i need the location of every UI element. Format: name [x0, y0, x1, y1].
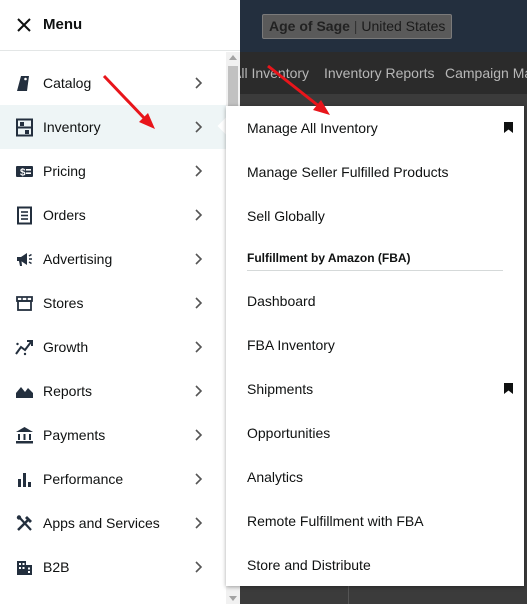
- submenu-item-sell-globally[interactable]: Sell Globally: [247, 208, 325, 224]
- storefront-icon: [16, 296, 33, 311]
- menu-list: Catalog Inventory $ Pricing Orders Adver…: [0, 61, 226, 589]
- menu-item-label: Pricing: [43, 163, 86, 179]
- chevron-right-icon: [195, 385, 203, 397]
- menu-item-label: Catalog: [43, 75, 92, 91]
- chevron-right-icon: [195, 517, 203, 529]
- nav-all-inventory[interactable]: All Inventory: [232, 65, 309, 81]
- chevron-right-icon: [195, 561, 203, 573]
- menu-item-b2b[interactable]: B2B: [0, 545, 226, 589]
- menu-item-label: Growth: [43, 339, 89, 355]
- submenu-item-dashboard[interactable]: Dashboard: [247, 293, 316, 309]
- menu-item-orders[interactable]: Orders: [0, 193, 226, 237]
- submenu-divider: [247, 270, 503, 271]
- submenu-item-remote-fulfillment-with-fba[interactable]: Remote Fulfillment with FBA: [247, 513, 424, 529]
- chevron-right-icon: [195, 77, 203, 89]
- navigation-menu-panel: Menu Catalog Inventory $ Pricing Orders …: [0, 0, 240, 604]
- menu-item-inventory[interactable]: Inventory: [0, 105, 226, 149]
- pricing-dollar-icon: $: [16, 166, 33, 179]
- chevron-right-icon: [195, 473, 203, 485]
- menu-item-growth[interactable]: Growth: [0, 325, 226, 369]
- background-divider: [348, 585, 349, 604]
- menu-item-label: Orders: [43, 207, 86, 223]
- submenu-section-heading-fba: Fulfillment by Amazon (FBA): [247, 251, 411, 265]
- menu-item-label: Apps and Services: [43, 515, 160, 531]
- growth-chart-icon: [15, 340, 33, 356]
- chevron-right-icon: [195, 209, 203, 221]
- chevron-right-icon: [195, 297, 203, 309]
- menu-item-label: Performance: [43, 471, 124, 487]
- store-separator: |: [353, 18, 358, 34]
- nav-campaign-manager[interactable]: Campaign Ma: [445, 65, 527, 81]
- inventory-submenu: Manage All Inventory Manage Seller Fulfi…: [226, 106, 524, 586]
- chevron-right-icon: [195, 121, 203, 133]
- menu-item-reports[interactable]: Reports: [0, 369, 226, 413]
- menu-item-stores[interactable]: Stores: [0, 281, 226, 325]
- nav-inventory-reports[interactable]: Inventory Reports: [324, 65, 435, 81]
- catalog-tag-icon: [17, 76, 29, 91]
- bookmark-icon[interactable]: [504, 122, 513, 133]
- tools-icon: [16, 515, 32, 531]
- submenu-item-manage-seller-fulfilled-products[interactable]: Manage Seller Fulfilled Products: [247, 164, 449, 180]
- bookmark-icon[interactable]: [504, 383, 513, 394]
- submenu-item-fba-inventory[interactable]: FBA Inventory: [247, 337, 335, 353]
- scroll-down-arrow-icon[interactable]: [229, 596, 237, 601]
- store-selector[interactable]: Age of Sage | United States: [262, 14, 453, 39]
- menu-item-label: Reports: [43, 383, 93, 399]
- menu-item-label: B2B: [43, 559, 70, 575]
- menu-item-payments[interactable]: Payments: [0, 413, 226, 457]
- menu-item-performance[interactable]: Performance: [0, 457, 226, 501]
- bar-chart-icon: [18, 473, 31, 487]
- menu-item-label: Payments: [43, 427, 106, 443]
- svg-text:$: $: [20, 168, 26, 179]
- building-icon: [17, 561, 32, 575]
- menu-item-pricing[interactable]: $ Pricing: [0, 149, 226, 193]
- orders-clipboard-icon: [17, 206, 32, 225]
- submenu-item-manage-all-inventory[interactable]: Manage All Inventory: [247, 120, 378, 136]
- submenu-item-analytics[interactable]: Analytics: [247, 469, 303, 485]
- chevron-right-icon: [195, 165, 203, 177]
- menu-title: Menu: [43, 16, 83, 33]
- chevron-right-icon: [195, 429, 203, 441]
- scroll-thumb[interactable]: [228, 66, 238, 106]
- menu-item-catalog[interactable]: Catalog: [0, 61, 226, 105]
- chevron-right-icon: [195, 341, 203, 353]
- menu-item-apps-and-services[interactable]: Apps and Services: [0, 501, 226, 545]
- menu-item-label: Stores: [43, 295, 84, 311]
- submenu-item-opportunities[interactable]: Opportunities: [247, 425, 330, 441]
- menu-item-advertising[interactable]: Advertising: [0, 237, 226, 281]
- submenu-item-store-and-distribute[interactable]: Store and Distribute: [247, 557, 371, 573]
- scroll-up-arrow-icon[interactable]: [229, 55, 237, 60]
- menu-header: Menu: [0, 0, 240, 51]
- inventory-shelves-icon: [16, 118, 33, 137]
- megaphone-icon: [17, 253, 32, 266]
- close-icon[interactable]: [16, 17, 32, 33]
- reports-area-chart-icon: [16, 387, 33, 398]
- bank-icon: [16, 427, 33, 444]
- store-name: Age of Sage: [269, 18, 350, 34]
- menu-item-label: Advertising: [43, 251, 113, 267]
- submenu-item-shipments[interactable]: Shipments: [247, 381, 313, 397]
- store-region: United States: [361, 18, 446, 34]
- chevron-right-icon: [195, 253, 203, 265]
- menu-item-label: Inventory: [43, 119, 101, 135]
